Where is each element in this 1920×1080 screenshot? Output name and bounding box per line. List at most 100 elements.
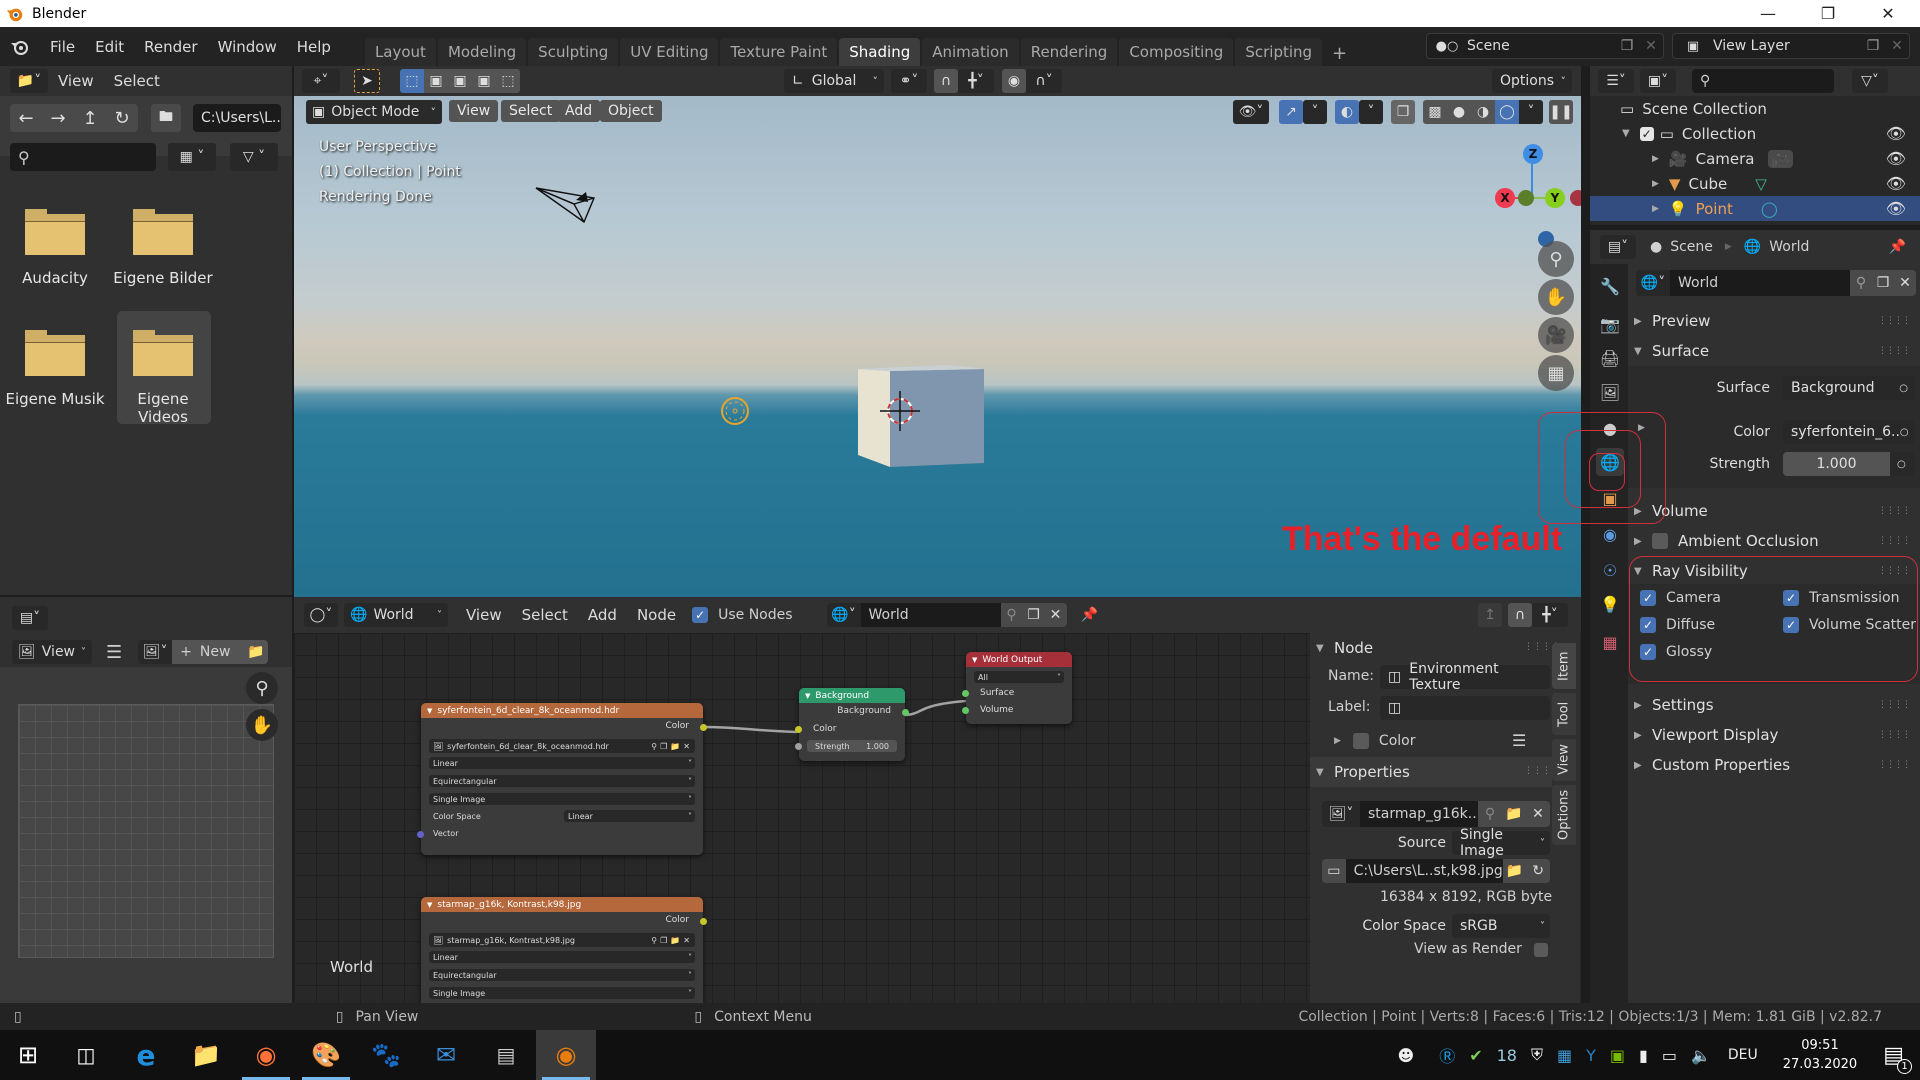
select-intersect-icon[interactable]: ⬚	[496, 69, 520, 93]
color-input-socket[interactable]	[795, 726, 802, 733]
editor-type-properties-icon[interactable]: ▤˅	[1600, 235, 1636, 259]
file-search-input[interactable]: ⚲	[10, 143, 156, 171]
drag-grip-icon[interactable]: ⋮⋮⋮⋮	[1878, 730, 1911, 740]
editor-type-outliner-icon[interactable]: ☰˅	[1598, 69, 1634, 93]
y-app-tray-icon[interactable]: Y	[1586, 1046, 1596, 1065]
network-icon[interactable]: ▭	[1662, 1046, 1677, 1065]
light-data-icon[interactable]: ◯	[1761, 200, 1778, 218]
image-view-dropdown[interactable]: 🖼 View ˅	[12, 640, 92, 664]
color-space-dropdown[interactable]: Linear ˅	[564, 810, 695, 822]
node-select-menu[interactable]: Select	[512, 606, 578, 624]
navigation-gizmo[interactable]: Z X Y	[1489, 136, 1581, 256]
world-datablock-selector[interactable]: 🌐˅ World ⚲ ❐ ✕	[1636, 270, 1916, 296]
menu-file[interactable]: File	[40, 38, 85, 56]
volume-icon[interactable]: 🔈	[1691, 1046, 1711, 1065]
people-icon[interactable]: ☻	[1398, 1046, 1415, 1065]
file-explorer-icon[interactable]: 📁	[176, 1030, 236, 1080]
interpolation-dropdown[interactable]: Linear ˅	[429, 757, 695, 769]
surface-shader-dropdown[interactable]: Background ○	[1783, 376, 1914, 400]
zoom-view-icon[interactable]: ⚲	[1538, 241, 1574, 277]
breadcrumb-world[interactable]: World	[1769, 239, 1809, 255]
fake-user-shield-icon[interactable]: ⚲	[1850, 270, 1872, 296]
collapse-triangle-icon[interactable]: ▼	[805, 692, 810, 700]
select-invert-icon[interactable]: ▣	[472, 69, 496, 93]
parent-node-tree-icon[interactable]: ↥	[1478, 603, 1502, 627]
gizmo-z-axis[interactable]: Z	[1523, 144, 1543, 164]
image-source-dropdown[interactable]: Single Image ˅	[1452, 827, 1550, 859]
minimize-button[interactable]: —	[1745, 0, 1791, 27]
back-arrow-icon[interactable]: ←	[10, 104, 42, 132]
node-color-checkbox[interactable]	[1352, 733, 1369, 749]
solid-shading-icon[interactable]: ●	[1447, 100, 1471, 124]
world-browse-icon[interactable]: 🌐˅	[826, 603, 861, 627]
section-settings[interactable]: ▶ Settings ⋮⋮⋮⋮	[1634, 692, 1914, 718]
firefox-icon[interactable]: ◉	[236, 1030, 296, 1080]
menu-render[interactable]: Render	[134, 38, 207, 56]
material-preview-shading-icon[interactable]: ◑	[1471, 100, 1495, 124]
windows-security-icon[interactable]: ⛨	[1531, 1045, 1543, 1065]
source-dropdown[interactable]: Single Image ˅	[429, 987, 695, 999]
collection-checkbox[interactable]: ✓	[1639, 126, 1654, 141]
duplicate-view-layer-icon[interactable]: ❐	[1861, 38, 1885, 54]
snap-element-icon[interactable]: ╋˅	[1532, 603, 1568, 627]
new-image-button[interactable]: + New	[172, 640, 245, 664]
outliner-search-input[interactable]: ⚲	[1692, 69, 1834, 93]
strength-input-socket[interactable]	[795, 743, 802, 750]
strength-socket-link-icon[interactable]: ○	[1890, 452, 1914, 476]
node-view-menu[interactable]: View	[456, 606, 512, 624]
viewport-view-menu[interactable]: View	[449, 100, 499, 122]
editor-type-image-editor-icon[interactable]: ▤˅	[12, 606, 48, 630]
add-workspace-button[interactable]: +	[1324, 41, 1355, 66]
gizmo-negative-y-axis[interactable]	[1518, 190, 1534, 206]
directory-path-field[interactable]: C:\Users\L..	[193, 104, 281, 132]
world-name-field[interactable]: World	[1670, 270, 1850, 296]
pack-image-icon[interactable]: ▭	[1322, 859, 1346, 883]
parent-directory-icon[interactable]: ↥	[74, 104, 106, 132]
gizmo-negative-x-axis[interactable]	[1570, 190, 1581, 206]
unlink-image-icon[interactable]: ✕	[1526, 801, 1550, 827]
strength-field[interactable]: Strength 1.000	[807, 740, 897, 752]
node-canvas[interactable]: ▼ syferfontein_6d_clear_8k_oceanmod.hdr C…	[294, 633, 1314, 1003]
section-volume[interactable]: ▶ Volume ⋮⋮⋮⋮	[1634, 498, 1914, 524]
projection-dropdown[interactable]: Equirectangular ˅	[429, 969, 695, 981]
node-add-menu[interactable]: Add	[578, 606, 627, 624]
expand-triangle-icon[interactable]: ▶	[1652, 179, 1659, 189]
image-browse-icon[interactable]: 🖼˅	[138, 640, 173, 664]
select-tool-icon[interactable]: ➤	[354, 69, 380, 93]
node-name-field[interactable]: ◫ Environment Texture	[1380, 661, 1550, 693]
unlink-world-icon[interactable]: ✕	[1894, 270, 1916, 296]
visibility-eye-icon[interactable]: 👁	[1886, 174, 1906, 193]
3d-viewport[interactable]: ⌖˅ ➤ ⬚ ▣ ▣ ▣ ⬚ ∟ Global ˅ ⚭˅ ∩ ╋˅ ◉ ∩˅ O…	[294, 66, 1581, 597]
forward-arrow-icon[interactable]: →	[42, 104, 74, 132]
select-subtract-icon[interactable]: ▣	[448, 69, 472, 93]
maximize-button[interactable]: ❐	[1805, 0, 1851, 27]
new-folder-icon[interactable]: 🖿	[151, 104, 181, 132]
image-selector[interactable]: 🖼 syferfontein_6d_clear_8k_oceanmod.hdr ⚲❐…	[429, 739, 695, 753]
proportional-editing-icon[interactable]: ◉	[1002, 69, 1026, 93]
section-viewport-display[interactable]: ▶ Viewport Display ⋮⋮⋮⋮	[1634, 722, 1914, 748]
duplicate-world-icon[interactable]: ❐	[1872, 270, 1894, 296]
delete-scene-icon[interactable]: ✕	[1639, 38, 1663, 54]
drag-grip-icon[interactable]: ⋮⋮⋮⋮	[1878, 536, 1911, 546]
select-extend-icon[interactable]: ▣	[424, 69, 448, 93]
mode-dropdown[interactable]: ▣ Object Mode ˅	[306, 100, 442, 124]
visibility-eye-icon[interactable]: 👁	[1886, 199, 1906, 218]
windows-start-icon[interactable]: ⊞	[0, 1030, 56, 1080]
volume-input-socket[interactable]	[962, 707, 969, 714]
shading-dropdown-icon[interactable]: ˅	[1519, 100, 1543, 124]
tab-uv-editing[interactable]: UV Editing	[620, 38, 719, 66]
drag-grip-icon[interactable]: ⋮⋮⋮⋮	[1878, 700, 1911, 710]
select-new-icon[interactable]: ⬚	[400, 69, 424, 93]
pan-view-hand-icon[interactable]: ✋	[246, 709, 278, 741]
image-filepath-field[interactable]: C:\Users\L..st,k98.jpg	[1345, 859, 1503, 883]
tab-sculpting[interactable]: Sculpting	[528, 38, 619, 66]
overlays-toggle-icon[interactable]: ◐	[1335, 100, 1359, 124]
color-input-dropdown[interactable]: syferfontein_6.. ○	[1783, 420, 1914, 444]
snap-target-icon[interactable]: ╋˅	[958, 69, 994, 93]
pin-icon[interactable]: 📌	[1889, 239, 1906, 255]
object-data-tab-icon[interactable]: 💡	[1596, 590, 1624, 618]
world-name-field[interactable]: World	[860, 603, 1001, 627]
outliner-filter-icon[interactable]: ▽˅	[1852, 69, 1888, 93]
tool-tab-icon[interactable]: 🔧	[1596, 272, 1624, 300]
pin-icon[interactable]: 📌	[1081, 607, 1098, 623]
